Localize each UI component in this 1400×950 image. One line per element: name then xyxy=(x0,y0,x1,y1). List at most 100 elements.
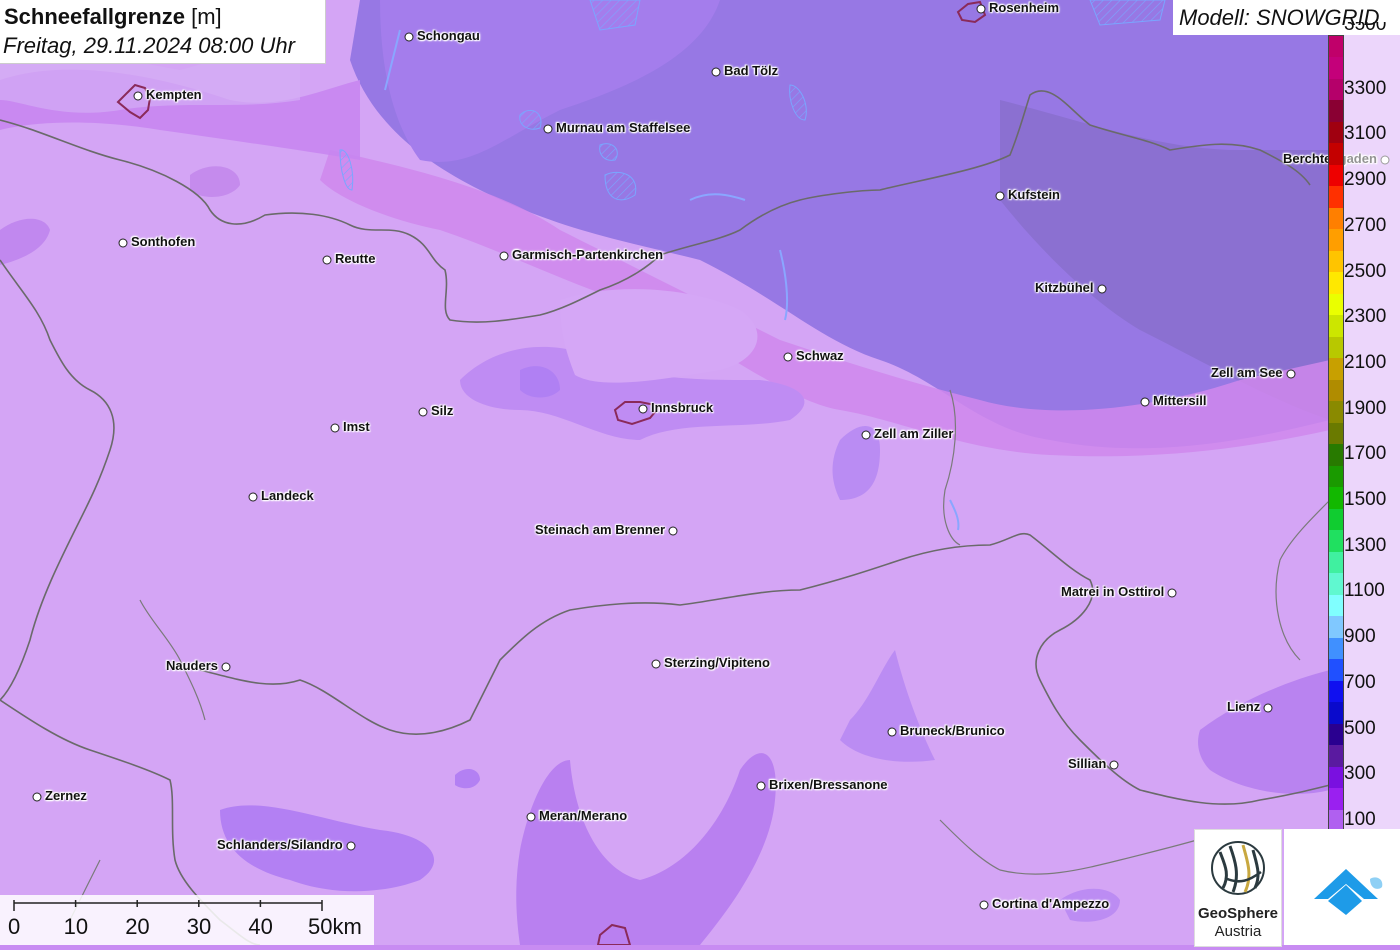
scale-label: 40 xyxy=(248,914,273,939)
title-panel: Schneefallgrenze [m] Freitag, 29.11.2024… xyxy=(0,0,326,64)
city-label: Kufstein xyxy=(1008,187,1060,202)
legend-swatch xyxy=(1329,530,1343,553)
city-marker[interactable] xyxy=(404,32,414,42)
geosphere-name: GeoSphere xyxy=(1197,905,1279,922)
legend-swatch xyxy=(1329,315,1343,338)
city-marker[interactable] xyxy=(861,430,871,440)
legend-swatch xyxy=(1329,186,1343,209)
legend-swatch xyxy=(1329,207,1343,230)
city-label: Zernez xyxy=(45,788,87,803)
city-marker[interactable] xyxy=(1167,588,1177,598)
scale-label: 50km xyxy=(308,914,362,939)
city-label: Imst xyxy=(343,419,370,434)
city-label: Schwaz xyxy=(796,348,844,363)
city-marker[interactable] xyxy=(756,781,766,791)
city-label: Rosenheim xyxy=(989,0,1060,15)
city-marker[interactable] xyxy=(1109,760,1119,770)
legend-label: 2900 xyxy=(1344,169,1387,191)
legend-swatch xyxy=(1329,594,1343,617)
city-marker[interactable] xyxy=(418,407,428,417)
city-marker[interactable] xyxy=(133,91,143,101)
legend-label: 500 xyxy=(1344,717,1376,739)
city-marker[interactable] xyxy=(651,659,661,669)
legend-swatch xyxy=(1329,766,1343,789)
city-marker[interactable] xyxy=(1140,397,1150,407)
city-label: Lienz xyxy=(1227,699,1261,714)
city-label: Zell am Ziller xyxy=(874,426,954,441)
city-label: Bruneck/Brunico xyxy=(900,723,1005,738)
map-canvas[interactable] xyxy=(0,0,1400,945)
city-marker[interactable] xyxy=(783,352,793,362)
legend-swatch xyxy=(1329,401,1343,424)
city-marker[interactable] xyxy=(248,492,258,502)
app-logo[interactable] xyxy=(1284,829,1400,945)
legend-swatch xyxy=(1329,422,1343,445)
city-marker[interactable] xyxy=(1097,284,1107,294)
legend-label: 3300 xyxy=(1344,77,1387,99)
legend-label: 100 xyxy=(1344,809,1376,830)
legend-background xyxy=(1342,35,1400,830)
legend-swatch xyxy=(1329,702,1343,725)
city-marker[interactable] xyxy=(976,4,986,14)
city-label: Kempten xyxy=(146,87,202,102)
city-label: Reutte xyxy=(335,251,376,266)
legend-label: 1100 xyxy=(1344,580,1385,602)
legend-label: 3100 xyxy=(1344,123,1387,145)
city-label: Murnau am Staffelsee xyxy=(556,120,691,135)
legend-label: 300 xyxy=(1344,763,1376,785)
scale-label: 30 xyxy=(186,914,212,939)
geosphere-emblem-icon xyxy=(1211,841,1265,895)
legend-swatch xyxy=(1329,465,1343,488)
legend-swatch xyxy=(1329,78,1343,102)
city-marker[interactable] xyxy=(346,841,356,851)
city-marker[interactable] xyxy=(32,792,42,802)
geosphere-logo[interactable]: GeoSphere Austria xyxy=(1194,829,1282,947)
city-marker[interactable] xyxy=(638,404,648,414)
map-title-main: Schneefallgrenze xyxy=(4,4,185,29)
city-marker[interactable] xyxy=(995,191,1005,201)
city-label: Zell am See xyxy=(1211,365,1283,380)
map-datetime: Freitag, 29.11.2024 08:00 Uhr xyxy=(3,33,295,58)
legend-swatch xyxy=(1329,100,1343,123)
legend-swatch xyxy=(1329,121,1343,145)
city-marker[interactable] xyxy=(979,900,989,910)
legend-label: 3500 xyxy=(1344,22,1387,35)
city-label: Cortina d'Ampezzo xyxy=(992,896,1110,911)
city-label: Innsbruck xyxy=(651,400,714,415)
legend-swatch xyxy=(1329,272,1343,295)
app-mountain-icon xyxy=(1314,869,1383,915)
city-label: Bad Tölz xyxy=(724,63,779,78)
legend-label: 2500 xyxy=(1344,260,1387,282)
city-marker[interactable] xyxy=(668,526,678,536)
legend-label: 1700 xyxy=(1344,443,1387,465)
legend-label: 2700 xyxy=(1344,214,1387,236)
scale-label: 0 xyxy=(8,914,21,939)
city-label: Steinach am Brenner xyxy=(535,522,666,537)
city-marker[interactable] xyxy=(330,423,340,433)
scale-label: 20 xyxy=(125,914,150,939)
city-marker[interactable] xyxy=(322,255,332,265)
legend-swatch xyxy=(1329,723,1343,746)
legend-swatch xyxy=(1329,358,1343,381)
geosphere-country: Austria xyxy=(1214,923,1262,940)
legend-swatch xyxy=(1329,551,1343,574)
city-label: Nauders xyxy=(166,658,219,673)
city-marker[interactable] xyxy=(526,812,536,822)
city-label: Sillian xyxy=(1068,756,1107,771)
legend-swatch xyxy=(1329,487,1343,510)
city-marker[interactable] xyxy=(887,727,897,737)
city-marker[interactable] xyxy=(221,662,231,672)
city-marker[interactable] xyxy=(499,251,509,261)
legend-label: 900 xyxy=(1344,626,1376,648)
legend-swatch xyxy=(1329,36,1343,59)
terrain-relief xyxy=(0,0,1400,945)
legend-swatch xyxy=(1329,250,1343,273)
city-marker[interactable] xyxy=(1286,369,1296,379)
map-title-unit: [m] xyxy=(191,4,222,29)
city-marker[interactable] xyxy=(543,124,553,134)
city-marker[interactable] xyxy=(1263,703,1273,713)
legend-swatch xyxy=(1329,143,1343,166)
city-marker[interactable] xyxy=(711,67,721,77)
city-marker[interactable] xyxy=(118,238,128,248)
city-label: Silz xyxy=(431,403,454,418)
